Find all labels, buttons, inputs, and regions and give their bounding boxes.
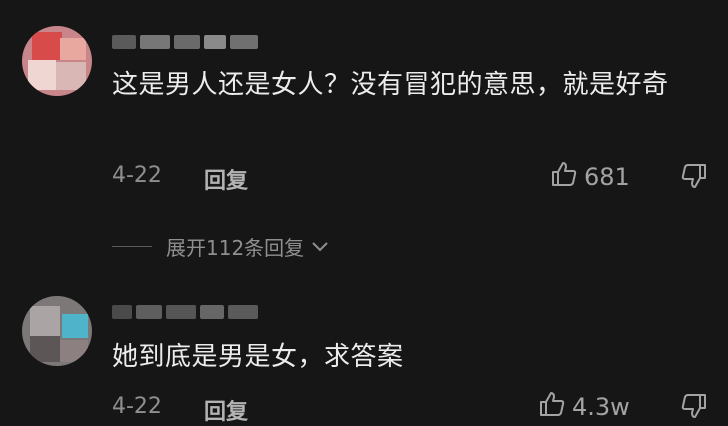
reply-button[interactable]: 回复 xyxy=(204,163,248,195)
thumbs-up-icon xyxy=(550,160,578,194)
comment-text: 她到底是男是女，求答案 xyxy=(112,342,404,372)
thumbs-down-icon xyxy=(680,394,708,424)
expand-replies-button[interactable]: 展开112条回复 xyxy=(112,232,330,261)
thumbs-down-icon xyxy=(680,164,708,194)
like-button[interactable]: 681 xyxy=(550,160,630,194)
reply-button[interactable]: 回复 xyxy=(204,394,248,426)
comment-date: 4-22 xyxy=(112,394,162,419)
like-button[interactable]: 4.3w xyxy=(538,390,630,424)
avatar[interactable] xyxy=(22,26,92,96)
chevron-down-icon xyxy=(310,235,330,259)
comment-date: 4-22 xyxy=(112,163,162,188)
like-count: 681 xyxy=(584,163,630,191)
like-count: 4.3w xyxy=(572,393,630,421)
comment-item: 这是男人还是女人？没有冒犯的意思，就是好奇 4-22 回复 681 展开112条… xyxy=(0,0,728,270)
avatar[interactable] xyxy=(22,296,92,366)
thumbs-up-icon xyxy=(538,390,566,424)
dislike-button[interactable] xyxy=(680,162,708,194)
divider xyxy=(112,246,152,247)
comment-item: 她到底是男是女，求答案 4-22 回复 4.3w xyxy=(0,270,728,425)
expand-replies-label: 展开112条回复 xyxy=(166,236,305,260)
dislike-button[interactable] xyxy=(680,392,708,424)
comment-text: 这是男人还是女人？没有冒犯的意思，就是好奇 xyxy=(112,70,669,100)
